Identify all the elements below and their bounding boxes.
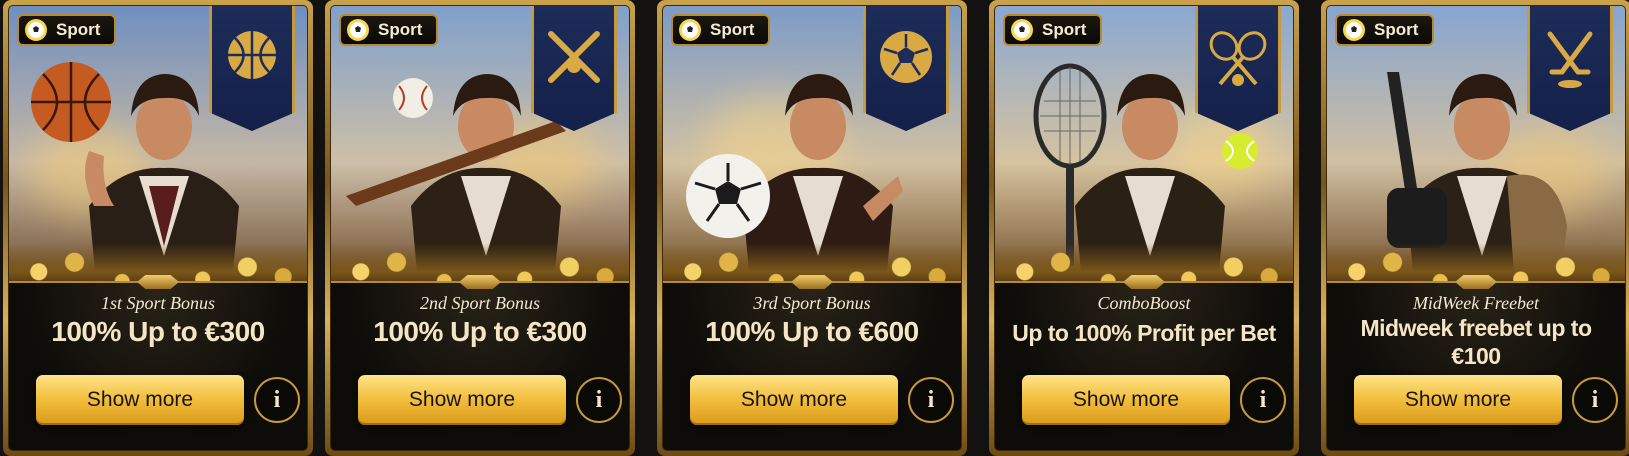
soccer-ball-illustration: [686, 154, 770, 238]
show-more-button[interactable]: Show more: [1354, 375, 1562, 425]
sport-banner: [1195, 6, 1281, 131]
offer-subtitle: 3rd Sport Bonus: [753, 293, 871, 313]
info-button[interactable]: i: [254, 377, 300, 423]
category-tag: Sport: [339, 14, 439, 46]
baseball-bat-illustration: [346, 121, 566, 206]
bonus-card-frame: Sport 3rd Sport Bonus 100% Up to €600 Sh…: [662, 5, 962, 451]
info-button[interactable]: i: [908, 377, 954, 423]
basketball-illustration: [31, 62, 111, 142]
bonus-card-5[interactable]: Sport MidWeek Freebet Midweek freebet up…: [1321, 0, 1629, 456]
category-label: Sport: [1042, 20, 1087, 39]
offer-title: 100% Up to €600: [705, 316, 919, 347]
show-more-button[interactable]: Show more: [358, 375, 566, 425]
tennis-ball-illustration: [1222, 133, 1258, 169]
sport-banner: [1527, 6, 1613, 131]
category-label: Sport: [1374, 20, 1419, 39]
hockey-stick-illustration: [1387, 72, 1447, 248]
category-label: Sport: [378, 20, 423, 39]
basketball-icon: [228, 31, 276, 79]
crossed-hockey-sticks-icon: [1547, 31, 1593, 88]
offer-subtitle: MidWeek Freebet: [1412, 293, 1540, 313]
crossed-baseball-bats-icon: [548, 31, 600, 83]
soccer-ball-icon: [25, 19, 47, 41]
category-label: Sport: [56, 20, 101, 39]
category-tag: Sport: [1003, 14, 1103, 46]
soccer-ball-icon: [679, 19, 701, 41]
soccer-ball-icon: [1343, 19, 1365, 41]
offer-panel: ComboBoost Up to 100% Profit per Bet Sho…: [995, 275, 1293, 450]
bonus-card-1[interactable]: Sport 1st Sport Bonus 100% Up to €300 Sh…: [3, 0, 313, 456]
offer-subtitle: 1st Sport Bonus: [100, 293, 215, 313]
bonus-card-2[interactable]: Sport 2nd Sport Bonus 100% Up to €300 Sh…: [325, 0, 635, 456]
soccer-ball-icon: [880, 31, 932, 83]
category-tag: Sport: [1335, 14, 1435, 46]
offer-subtitle: ComboBoost: [1097, 293, 1191, 313]
soccer-ball-icon: [347, 19, 369, 41]
offer-subtitle: 2nd Sport Bonus: [419, 293, 540, 313]
category-tag: Sport: [17, 14, 117, 46]
bonus-card-row: Sport 1st Sport Bonus 100% Up to €300 Sh…: [0, 0, 1629, 456]
bonus-card-3[interactable]: Sport 3rd Sport Bonus 100% Up to €600 Sh…: [657, 0, 967, 456]
offer-panel: MidWeek Freebet Midweek freebet up to €1…: [1327, 275, 1625, 450]
offer-title: 100% Up to €300: [373, 316, 587, 347]
show-more-button[interactable]: Show more: [1022, 375, 1230, 425]
offer-panel: 2nd Sport Bonus 100% Up to €300 Show mor…: [331, 275, 629, 450]
show-more-button[interactable]: Show more: [690, 375, 898, 425]
show-more-button[interactable]: Show more: [36, 375, 244, 425]
offer-title: Midweek freebet up to €100: [1360, 315, 1592, 369]
offer-panel: 1st Sport Bonus 100% Up to €300 Show mor…: [9, 275, 307, 450]
info-button[interactable]: i: [576, 377, 622, 423]
bonus-card-frame: Sport 2nd Sport Bonus 100% Up to €300 Sh…: [330, 5, 630, 451]
offer-title: 100% Up to €300: [51, 316, 265, 347]
baseball-illustration: [393, 78, 433, 118]
bonus-card-frame: Sport 1st Sport Bonus 100% Up to €300 Sh…: [8, 5, 308, 451]
sport-banner: [863, 6, 949, 131]
sport-banner: [531, 6, 617, 131]
sport-banner: [209, 6, 295, 131]
soccer-ball-icon: [1011, 19, 1033, 41]
info-button[interactable]: i: [1240, 377, 1286, 423]
offer-panel: 3rd Sport Bonus 100% Up to €600 Show mor…: [663, 275, 961, 450]
tennis-racket-illustration: [1033, 63, 1107, 266]
info-button[interactable]: i: [1572, 377, 1618, 423]
crossed-tennis-rackets-icon: [1209, 31, 1267, 86]
offer-title: Up to 100% Profit per Bet: [1012, 320, 1276, 346]
bonus-card-frame: Sport MidWeek Freebet Midweek freebet up…: [1326, 5, 1626, 451]
bonus-card-4[interactable]: Sport ComboBoost Up to 100% Profit per B…: [989, 0, 1299, 456]
category-label: Sport: [710, 20, 755, 39]
bonus-card-frame: Sport ComboBoost Up to 100% Profit per B…: [994, 5, 1294, 451]
category-tag: Sport: [671, 14, 771, 46]
